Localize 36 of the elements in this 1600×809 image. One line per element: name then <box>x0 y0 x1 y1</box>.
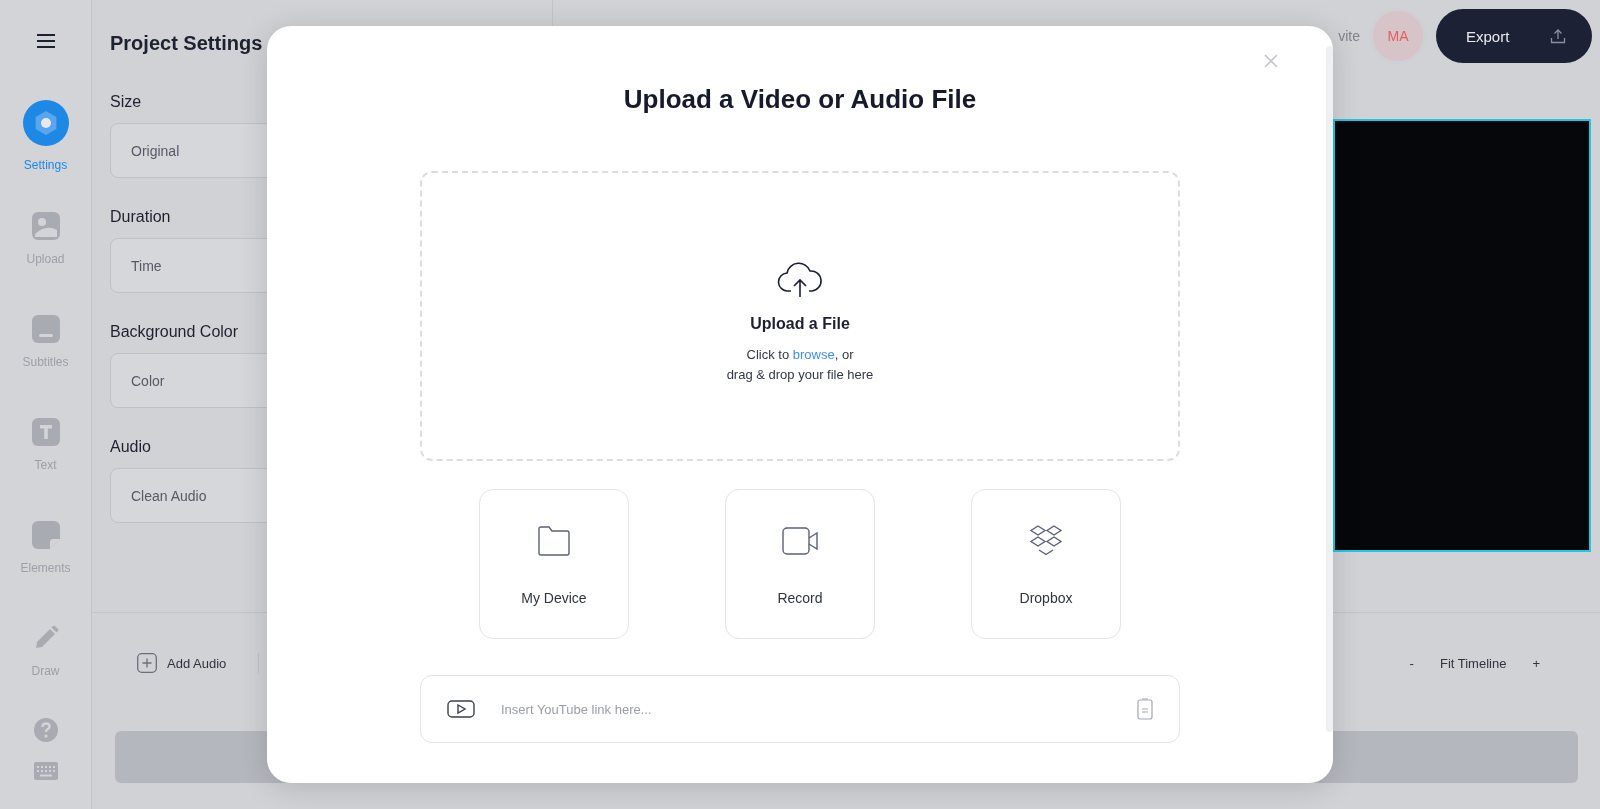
field-label: Size <box>110 93 143 111</box>
dropbox-icon <box>1028 524 1064 558</box>
sticky-note-icon <box>31 521 60 549</box>
play-icon <box>447 699 475 719</box>
scrollbar[interactable] <box>1326 46 1333 732</box>
help-icon[interactable] <box>33 718 58 742</box>
field-label: Background Color <box>110 323 240 341</box>
subtitles-icon <box>31 315 60 343</box>
zoom-out-button[interactable]: - <box>1409 655 1414 671</box>
fit-timeline-button[interactable]: Fit Timeline <box>1439 655 1507 671</box>
video-camera-icon <box>782 524 818 558</box>
source-button[interactable]: My Device <box>479 489 629 639</box>
folder-icon <box>536 524 572 558</box>
zoom-in-button[interactable]: + <box>1532 655 1540 671</box>
settings-icon <box>22 100 69 146</box>
plus-icon <box>137 653 157 673</box>
menu-icon[interactable] <box>36 34 55 48</box>
add-audio-button[interactable]: Add Audio <box>137 653 227 673</box>
dialog-title: Upload a Video or Audio File <box>623 84 977 115</box>
drop-hint: drag & drop your file here <box>726 366 874 384</box>
clipboard-icon[interactable] <box>1137 698 1153 720</box>
drop-zone[interactable]: Upload a File Click to browse, or drag & drop your file here <box>420 171 1180 461</box>
link-input[interactable]: Insert YouTube link here... <box>499 700 1113 718</box>
upload-icon <box>1550 28 1566 44</box>
close-icon[interactable] <box>1264 54 1278 68</box>
source-button[interactable]: Record <box>725 489 875 639</box>
upload-heading: Upload a File <box>750 315 850 333</box>
source-button[interactable]: Dropbox <box>971 489 1121 639</box>
field-label: Duration <box>110 208 172 226</box>
panel-title: Project Settings <box>110 32 264 55</box>
keyboard-icon[interactable] <box>33 762 58 780</box>
youtube-link-field[interactable]: Insert YouTube link here... <box>420 675 1180 743</box>
text-icon <box>31 418 60 446</box>
export-button[interactable]: Export <box>1436 9 1592 63</box>
upload-prompt: Click to browse, or <box>746 346 854 364</box>
field-label: Audio <box>110 438 152 456</box>
